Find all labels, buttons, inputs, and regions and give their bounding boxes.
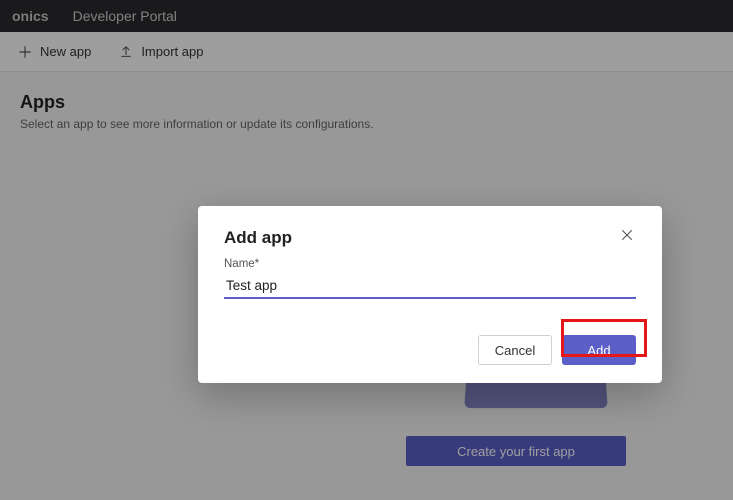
add-app-dialog: Add app Name* Cancel Add [198, 206, 662, 383]
dialog-header: Add app [224, 228, 636, 248]
cancel-button[interactable]: Cancel [478, 335, 552, 365]
add-button[interactable]: Add [562, 335, 636, 365]
name-field-label: Name* [224, 258, 636, 270]
dialog-title: Add app [224, 228, 292, 248]
name-input[interactable] [224, 272, 636, 299]
close-button[interactable] [620, 228, 636, 244]
dialog-actions: Cancel Add [224, 335, 636, 365]
close-icon [620, 228, 634, 242]
